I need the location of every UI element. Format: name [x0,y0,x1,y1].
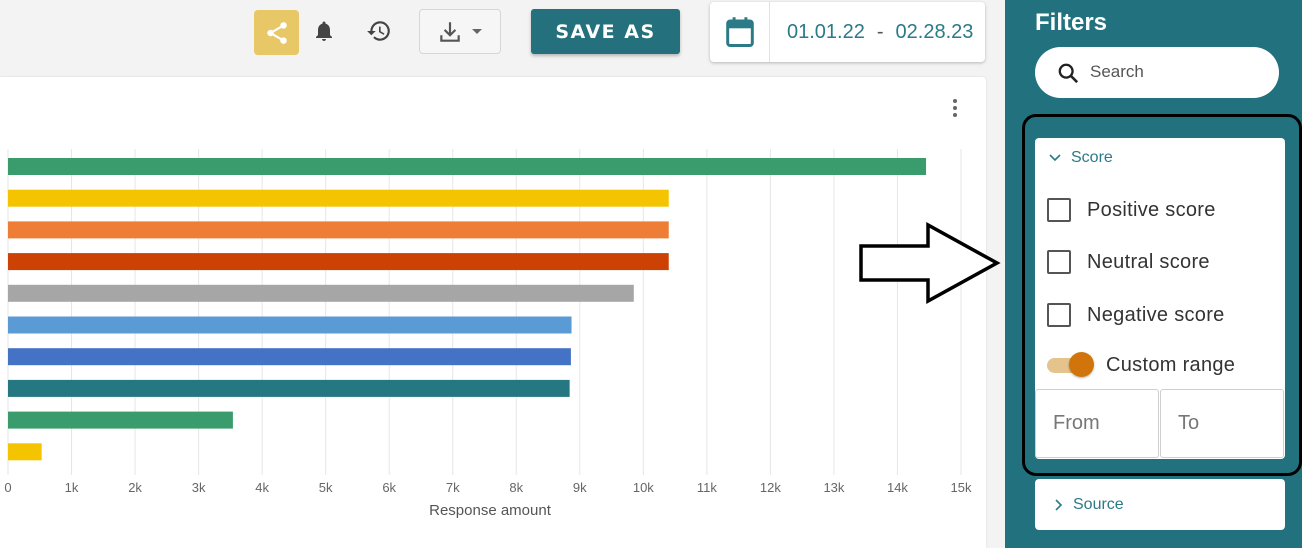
x-tick-label: 5k [319,480,333,495]
x-tick-label: 15k [951,480,972,495]
neutral-score-option[interactable]: Neutral score [1047,250,1210,274]
chevron-right-icon [1055,499,1063,511]
bar[interactable] [8,443,42,461]
bar[interactable] [8,411,233,429]
positive-score-option[interactable]: Positive score [1047,198,1216,222]
range-to-input[interactable] [1160,389,1284,458]
share-icon [266,21,287,44]
neutral-score-checkbox[interactable] [1047,250,1071,274]
caret-down-icon [472,28,482,34]
positive-score-checkbox[interactable] [1047,198,1071,222]
x-tick-label: 8k [509,480,523,495]
bar[interactable] [8,158,927,175]
date-from: 01.01.22 [787,21,865,43]
x-axis-label: Response amount [429,502,552,519]
negative-score-checkbox[interactable] [1047,303,1071,327]
bar-chart: 0 1k 2k 3k 4k 5k 6k 7k 8k 9k 10k 11k 12k 13k 14k 15k Res… [4,149,972,519]
score-panel-header[interactable]: Score [1049,149,1113,167]
x-tick-label: 10k [633,480,654,495]
filters-title: Filters [1035,9,1108,36]
date-range-picker[interactable]: 01.01.22-02.28.23 [710,2,985,62]
bar[interactable] [8,189,669,207]
x-tick-label: 3k [192,480,206,495]
arrow-right-icon [859,222,1001,304]
x-tick-label: 13k [823,480,844,495]
x-tick-label: 0 [4,480,11,495]
custom-range-label: Custom range [1106,354,1236,376]
date-range-text[interactable]: 01.01.22-02.28.23 [787,21,973,44]
bar[interactable] [8,253,669,271]
calendar-icon [725,17,754,48]
history-icon [367,21,390,41]
bar[interactable] [8,221,669,239]
download-icon [440,21,460,42]
x-tick-label: 12k [760,480,781,495]
toggle-knob [1069,352,1094,377]
x-tick-label: 11k [697,480,717,495]
bar[interactable] [8,316,572,334]
download-dropdown[interactable] [419,9,501,54]
score-filter-panel: Score Positive score Neutral score Negat… [1035,138,1285,459]
notifications-button[interactable] [310,17,338,45]
negative-score-label: Negative score [1087,303,1225,326]
x-tick-label: 9k [573,480,587,495]
score-panel-label: Score [1071,149,1113,166]
history-button[interactable] [365,17,393,45]
x-tick-label: 14k [887,480,908,495]
bar[interactable] [8,284,634,302]
x-tick-label: 2k [128,480,142,495]
range-from-input[interactable] [1035,389,1159,458]
search-box[interactable] [1035,47,1279,98]
chart-menu-button[interactable] [945,93,965,123]
chevron-down-icon [1049,154,1061,162]
chart-card: 0 1k 2k 3k 4k 5k 6k 7k 8k 9k 10k 11k 12k 13k 14k 15k Res… [0,77,986,548]
share-button[interactable] [254,10,299,55]
x-tick-label: 7k [446,480,460,495]
custom-range-toggle[interactable] [1047,352,1094,377]
x-tick-label: 1k [65,480,79,495]
x-tick-label: 4k [255,480,269,495]
date-to: 02.28.23 [895,21,974,43]
x-tick-label: 6k [382,480,396,495]
source-panel-label: Source [1073,496,1124,513]
search-icon [1058,63,1079,84]
more-vert-icon [953,99,957,117]
bell-icon [316,21,332,41]
bar[interactable] [8,348,571,366]
bar[interactable] [8,379,570,397]
save-as-button[interactable]: SAVE AS [531,9,680,54]
date-separator: - [876,21,884,43]
negative-score-option[interactable]: Negative score [1047,303,1225,327]
neutral-score-label: Neutral score [1087,250,1210,273]
source-filter-panel[interactable]: Source [1035,479,1285,530]
positive-score-label: Positive score [1087,198,1216,221]
search-input[interactable] [1090,57,1260,87]
source-panel-header[interactable]: Source [1055,496,1124,514]
filters-sidebar: Filters Score Positive score Neutral sco… [1005,0,1302,548]
calendar-button[interactable] [710,2,770,62]
